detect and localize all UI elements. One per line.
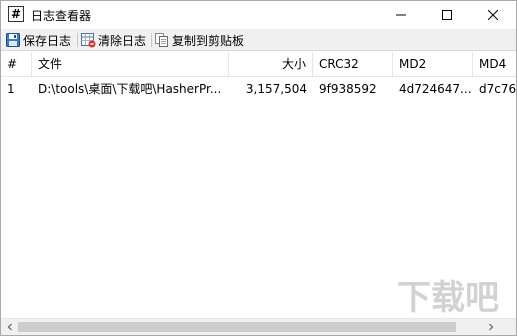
scroll-left-button[interactable] (1, 319, 18, 335)
close-icon (488, 10, 498, 20)
scroll-right-button[interactable] (482, 319, 499, 335)
copy-clipboard-icon (155, 33, 168, 47)
horizontal-scrollbar[interactable] (1, 318, 516, 335)
save-log-label: 保存日志 (23, 33, 72, 48)
column-header-number[interactable]: # (1, 52, 32, 76)
close-button[interactable] (470, 1, 516, 29)
minimize-button[interactable] (378, 1, 424, 29)
toolbar-separator (77, 33, 78, 47)
column-header-md4[interactable]: MD4 (473, 52, 516, 76)
row-size: 3,157,504 (245, 82, 307, 96)
window-title: 日志查看器 (31, 9, 92, 23)
chevron-left-icon (7, 323, 12, 331)
chevron-right-icon (488, 323, 493, 331)
save-disk-icon (6, 33, 20, 47)
maximize-icon (442, 10, 452, 20)
log-viewer-window: # 日志查看器 保存日志 清除日志 复制到剪贴板 # 文件 大小 CRC32 M… (0, 0, 517, 336)
save-log-button[interactable]: 保存日志 (5, 31, 71, 49)
column-header-md2[interactable]: MD2 (393, 52, 473, 76)
row-crc32: 9f938592 (319, 82, 377, 96)
minimize-icon (396, 14, 406, 16)
log-list-view[interactable]: # 文件 大小 CRC32 MD2 MD4 1 D:\tools\桌面\下载吧\… (1, 52, 516, 318)
table-row[interactable]: 1 D:\tools\桌面\下载吧\HasherPr... 3,157,504 … (1, 78, 516, 100)
row-file-path: D:\tools\桌面\下载吧\HasherPr... (38, 82, 222, 96)
title-bar[interactable]: # 日志查看器 (1, 1, 516, 29)
row-md2: 4d724647... (399, 82, 472, 96)
clear-log-label: 清除日志 (98, 33, 147, 48)
column-header-crc32[interactable]: CRC32 (313, 52, 393, 76)
row-number: 1 (7, 82, 15, 96)
copy-to-clipboard-button[interactable]: 复制到剪贴板 (154, 31, 244, 49)
clear-log-button[interactable]: 清除日志 (80, 31, 146, 49)
column-header-size[interactable]: 大小 (229, 52, 313, 76)
table-header: # 文件 大小 CRC32 MD2 MD4 (1, 52, 516, 77)
size-grip[interactable] (499, 319, 516, 335)
clear-log-icon (81, 33, 96, 48)
toolbar: 保存日志 清除日志 复制到剪贴板 (1, 29, 516, 51)
scroll-thumb[interactable] (18, 322, 456, 332)
copy-to-clipboard-label: 复制到剪贴板 (172, 33, 245, 48)
app-icon: # (8, 6, 24, 22)
maximize-button[interactable] (424, 1, 470, 29)
column-header-file[interactable]: 文件 (32, 52, 229, 76)
toolbar-separator (151, 33, 152, 47)
row-md4: d7c76 (479, 82, 516, 96)
